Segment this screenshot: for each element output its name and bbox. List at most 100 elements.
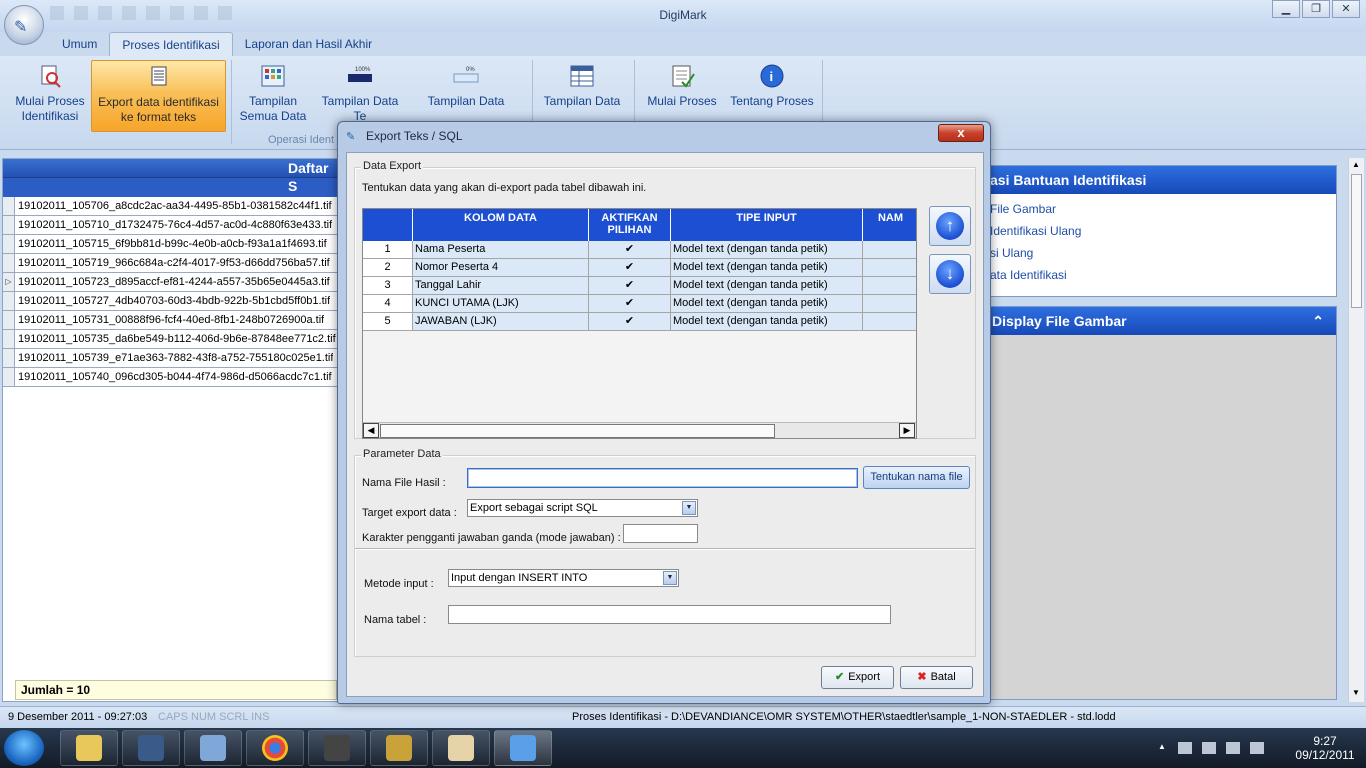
tipe-input-cell[interactable]: Model text (dengan tanda petik): [671, 295, 863, 313]
kolom-data-cell: Nomor Peserta 4: [413, 259, 589, 277]
tipe-input-cell[interactable]: Model text (dengan tanda petik): [671, 313, 863, 331]
grid-header-tipe-input: TIPE INPUT: [671, 209, 863, 241]
file-list-row[interactable]: 19102011_105727_4db40703-60d3-4bdb-922b-…: [3, 292, 337, 311]
file-list-row[interactable]: 19102011_105710_d1732475-76c4-4d57-ac0d-…: [3, 216, 337, 235]
link-data-identifikasi[interactable]: ata Identifikasi: [986, 264, 1336, 286]
paint-icon: [448, 735, 474, 761]
grid-row[interactable]: 1 Nama Peserta ✔ Model text (dengan tand…: [363, 241, 916, 259]
tray-expand-icon[interactable]: ▲: [1158, 742, 1166, 754]
checkmark-icon: ✔: [834, 671, 845, 683]
minimize-button[interactable]: ▁: [1272, 0, 1300, 18]
close-window-button[interactable]: ✕: [1332, 0, 1360, 18]
device-icon[interactable]: [1202, 742, 1216, 754]
taskbar: ▲ 9:27 09/12/2011: [0, 728, 1366, 768]
scroll-left-icon[interactable]: ◀: [363, 423, 379, 438]
ribbon-btn-line1: Mulai Proses: [15, 94, 85, 108]
action-center-icon[interactable]: [1178, 742, 1192, 754]
metode-input-select[interactable]: Input dengan INSERT INTO ▼: [448, 569, 679, 587]
nama-cell[interactable]: [863, 277, 916, 295]
link-file-gambar[interactable]: File Gambar: [986, 198, 1336, 220]
mulai-proses-identifikasi-button[interactable]: Mulai Proses Identifikasi: [12, 60, 88, 132]
target-export-select[interactable]: Export sebagai script SQL ▼: [467, 499, 698, 517]
nama-cell[interactable]: [863, 295, 916, 313]
taskbar-chrome[interactable]: [246, 730, 304, 766]
tipe-input-cell[interactable]: Model text (dengan tanda petik): [671, 241, 863, 259]
file-list-row[interactable]: ▷ 19102011_105723_d895accf-ef81-4244-a557…: [3, 273, 337, 292]
file-list-row[interactable]: 19102011_105706_a8cdc2ac-aa34-4495-85b1-…: [3, 197, 337, 216]
nama-cell[interactable]: [863, 313, 916, 331]
aktifkan-checkbox[interactable]: ✔: [589, 295, 671, 313]
collapse-icon[interactable]: ⌃: [1312, 307, 1324, 335]
move-up-button[interactable]: ↑: [929, 206, 971, 246]
nama-cell[interactable]: [863, 241, 916, 259]
chevron-down-icon[interactable]: ▼: [682, 501, 696, 515]
aktifkan-checkbox[interactable]: ✔: [589, 259, 671, 277]
current-row-arrow-icon: ▷: [3, 273, 15, 291]
file-list-row[interactable]: 19102011_105735_da6be549-b112-406d-9b6e-…: [3, 330, 337, 349]
vertical-scrollbar[interactable]: ▲ ▼: [1348, 158, 1364, 702]
row-indicator: [3, 292, 15, 310]
tipe-input-cell[interactable]: Model text (dengan tanda petik): [671, 259, 863, 277]
grid-row[interactable]: 2 Nomor Peserta 4 ✔ Model text (dengan t…: [363, 259, 916, 277]
tab-proses-identifikasi[interactable]: Proses Identifikasi: [109, 32, 233, 56]
export-data-button[interactable]: Export data identifikasi ke format teks: [91, 60, 226, 132]
taskbar-digimark[interactable]: [494, 730, 552, 766]
grid-row[interactable]: 4 KUNCI UTAMA (LJK) ✔ Model text (dengan…: [363, 295, 916, 313]
export-button[interactable]: ✔ Export: [821, 666, 894, 689]
file-list-row[interactable]: 19102011_105715_6f9bb81d-b99c-4e0b-a0cb-…: [3, 235, 337, 254]
tab-laporan[interactable]: Laporan dan Hasil Akhir: [233, 32, 384, 56]
tab-umum[interactable]: Umum: [50, 32, 109, 56]
row-number: 3: [363, 277, 413, 295]
nama-cell[interactable]: [863, 259, 916, 277]
grid-row[interactable]: 3 Tanggal Lahir ✔ Model text (dengan tan…: [363, 277, 916, 295]
link-ulang[interactable]: si Ulang: [986, 242, 1336, 264]
taskbar-remote-desktop[interactable]: [184, 730, 242, 766]
taskbar-media-center[interactable]: [122, 730, 180, 766]
nama-file-input[interactable]: [467, 468, 858, 488]
grid-header: KOLOM DATA AKTIFKAN PILIHAN TIPE INPUT N…: [363, 209, 916, 241]
chevron-down-icon[interactable]: ▼: [663, 571, 677, 585]
scroll-up-icon[interactable]: ▲: [1352, 160, 1360, 169]
scroll-thumb[interactable]: [380, 424, 775, 438]
file-list-row[interactable]: 19102011_105740_096cd305-b044-4f74-986d-…: [3, 368, 337, 387]
dialog-close-button[interactable]: x: [938, 124, 984, 142]
row-indicator: [3, 368, 15, 386]
nama-tabel-input[interactable]: [448, 605, 891, 624]
aktifkan-checkbox[interactable]: ✔: [589, 241, 671, 259]
grid-row[interactable]: 5 JAWABAN (LJK) ✔ Model text (dengan tan…: [363, 313, 916, 331]
batal-button[interactable]: ✖ Batal: [900, 666, 973, 689]
row-indicator: [3, 349, 15, 367]
status-bar: 9 Desember 2011 - 09:27:03 CAPS NUM SCRL…: [0, 706, 1366, 728]
file-list-row[interactable]: 19102011_105739_e71ae363-7882-43f8-a752-…: [3, 349, 337, 368]
display-file-gambar-box: Display File Gambar ⌃: [985, 306, 1337, 700]
restore-button[interactable]: ❐: [1302, 0, 1330, 18]
scroll-right-icon[interactable]: ▶: [899, 423, 915, 438]
start-button[interactable]: [4, 730, 44, 766]
file-list-row[interactable]: 19102011_105731_00888f96-fcf4-40ed-8fb1-…: [3, 311, 337, 330]
aktifkan-checkbox[interactable]: ✔: [589, 313, 671, 331]
taskbar-paint[interactable]: [432, 730, 490, 766]
link-identifikasi-ulang[interactable]: Identifikasi Ulang: [986, 220, 1336, 242]
clock[interactable]: 9:27 09/12/2011: [1290, 734, 1360, 762]
tipe-input-cell[interactable]: Model text (dengan tanda petik): [671, 277, 863, 295]
file-name: 19102011_105719_966c684a-c2f4-4017-9f53-…: [18, 257, 330, 269]
aktifkan-checkbox[interactable]: ✔: [589, 277, 671, 295]
app-menu-button[interactable]: ✎: [4, 5, 44, 45]
volume-icon[interactable]: [1250, 742, 1264, 754]
tentukan-nama-file-button[interactable]: Tentukan nama file: [863, 466, 970, 489]
scroll-down-icon[interactable]: ▼: [1352, 688, 1360, 697]
scroll-thumb[interactable]: [1351, 174, 1362, 308]
network-icon[interactable]: [1226, 742, 1240, 754]
ribbon-btn-line1: Tampilan Data: [427, 94, 505, 108]
taskbar-explorer[interactable]: [60, 730, 118, 766]
grid-horizontal-scrollbar[interactable]: ◀ ▶: [363, 422, 916, 438]
move-down-button[interactable]: ↓: [929, 254, 971, 294]
taskbar-app-5[interactable]: [308, 730, 366, 766]
ribbon-separator: [231, 60, 232, 144]
kolom-data-cell: Tanggal Lahir: [413, 277, 589, 295]
file-list-row[interactable]: 19102011_105719_966c684a-c2f4-4017-9f53-…: [3, 254, 337, 273]
taskbar-app-6[interactable]: [370, 730, 428, 766]
tampilan-semua-data-button[interactable]: Tampilan Semua Data: [238, 60, 308, 132]
title-bar: DigiMark ▁ ❐ ✕: [0, 0, 1366, 32]
karakter-pengganti-input[interactable]: [623, 524, 698, 543]
